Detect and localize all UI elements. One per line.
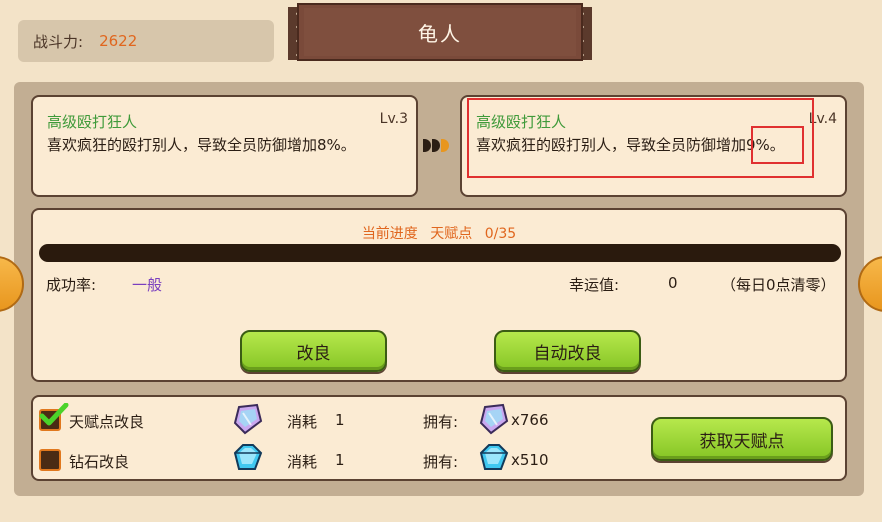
diamond-own-label: 拥有: bbox=[423, 453, 459, 471]
auto-improve-button[interactable]: 自动改良 bbox=[494, 330, 641, 372]
talent-point-own-value: x766 bbox=[511, 411, 549, 429]
options-panel: 天赋点改良 消耗 1 拥有: x766 钻石改良 消耗 1 拥有: x510 获… bbox=[31, 395, 847, 481]
talent-point-cost-label: 消耗 bbox=[287, 413, 318, 431]
diamond-icon bbox=[233, 444, 263, 470]
talent-point-option-label: 天赋点改良 bbox=[69, 413, 145, 431]
luck-value: 0 bbox=[668, 274, 678, 292]
talent-point-own-label: 拥有: bbox=[423, 413, 459, 431]
progress-panel: 当前进度 天赋点 0/35 成功率: 一般 幸运值: 0 （每日0点清零） 改良… bbox=[31, 208, 847, 382]
improve-button[interactable]: 改良 bbox=[240, 330, 387, 372]
title-banner: 龟人 bbox=[288, 2, 592, 62]
crystal-icon bbox=[233, 403, 263, 435]
progress-resource: 天赋点 bbox=[430, 226, 473, 242]
diamond-cost-value: 1 bbox=[335, 451, 345, 469]
current-talent-level: Lv.3 bbox=[379, 111, 408, 127]
crystal-icon bbox=[479, 403, 509, 435]
progress-value: 0/35 bbox=[484, 226, 517, 242]
success-rate-value: 一般 bbox=[132, 276, 163, 294]
diamond-icon bbox=[479, 444, 509, 470]
progress-title: 当前进度 bbox=[361, 226, 418, 242]
current-talent-description: 喜欢疯狂的殴打别人，导致全员防御增加8%。 bbox=[47, 136, 356, 154]
checkmark-icon bbox=[39, 403, 69, 426]
upgrade-arrow-icon bbox=[423, 139, 449, 152]
current-talent-card: 高级殴打狂人 Lv.3 喜欢疯狂的殴打别人，导致全员防御增加8%。 bbox=[31, 95, 418, 197]
progress-bar bbox=[39, 244, 841, 262]
diamond-own-value: x510 bbox=[511, 451, 549, 469]
talent-point-checkbox[interactable] bbox=[39, 403, 69, 431]
highlight-box-percent bbox=[751, 126, 804, 164]
diamond-checkbox[interactable] bbox=[39, 449, 61, 471]
luck-reset-note: （每日0点清零） bbox=[721, 276, 836, 294]
combat-power-label: 战斗力: bbox=[33, 32, 84, 51]
luck-label: 幸运值: bbox=[569, 276, 620, 294]
diamond-option-label: 钻石改良 bbox=[69, 453, 130, 471]
progress-label: 当前进度 天赋点 0/35 bbox=[33, 223, 845, 243]
page-title: 龟人 bbox=[418, 21, 462, 46]
diamond-cost-label: 消耗 bbox=[287, 453, 318, 471]
current-talent-name: 高级殴打狂人 bbox=[47, 113, 138, 131]
success-rate-label: 成功率: bbox=[46, 276, 97, 294]
combat-power-value: 2622 bbox=[99, 32, 138, 50]
combat-power-box: 战斗力: 2622 bbox=[18, 20, 274, 62]
get-talent-points-button[interactable]: 获取天赋点 bbox=[651, 417, 833, 461]
talent-point-cost-value: 1 bbox=[335, 411, 345, 429]
